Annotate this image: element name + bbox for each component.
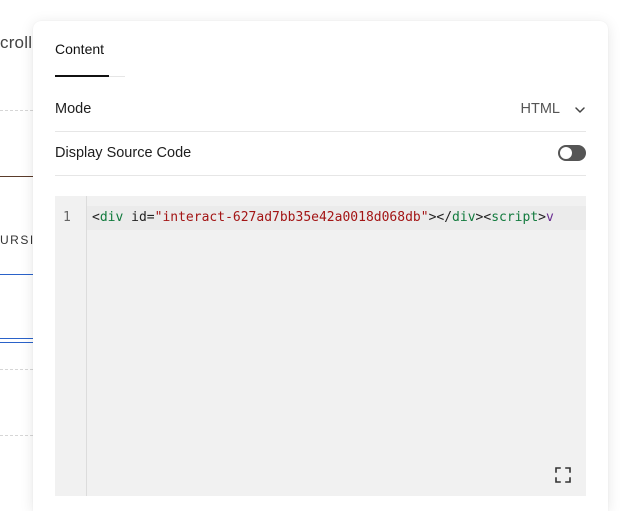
toggle-knob (560, 147, 572, 159)
background-scroll-text: crolli (0, 33, 37, 52)
code-token: </ (436, 210, 453, 225)
background-divider (0, 435, 33, 436)
background-divider (0, 369, 33, 370)
editor-gutter: 1 (55, 196, 87, 496)
tab-divider (109, 76, 125, 77)
display-source-label: Display Source Code (55, 145, 192, 161)
tab-active-indicator (55, 75, 109, 77)
block-settings-panel: Content Mode HTML Display Source Code 1 … (33, 21, 608, 511)
code-token-tag: script (491, 210, 539, 225)
code-token-tag: div (452, 210, 476, 225)
tab-content[interactable]: Content (55, 41, 104, 57)
code-token-string: "interact-627ad7bb35e42a0018d068db" (154, 210, 429, 225)
code-token: > (538, 210, 546, 225)
panel-tabs: Content (55, 21, 586, 77)
code-token: < (92, 210, 100, 225)
chevron-down-icon (574, 103, 586, 115)
code-line[interactable]: <div id="interact-627ad7bb35e42a0018d068… (92, 210, 554, 225)
mode-select[interactable]: HTML (521, 101, 586, 117)
code-editor[interactable]: 1 <div id="interact-627ad7bb35e42a0018d0… (55, 196, 586, 496)
code-token: < (483, 210, 492, 225)
background-divider (0, 110, 33, 111)
display-source-toggle[interactable] (558, 145, 586, 161)
background-divider (0, 176, 33, 177)
fullscreen-icon[interactable] (554, 466, 572, 484)
code-token-tag: div (99, 210, 124, 225)
background-accent-double-line (0, 338, 33, 343)
display-source-row: Display Source Code (55, 131, 586, 176)
mode-label: Mode (55, 101, 92, 117)
line-number: 1 (63, 210, 71, 225)
background-label-text: URSI (0, 233, 35, 247)
background-accent-line (0, 274, 33, 275)
code-token: = (146, 210, 155, 225)
code-token-attribute: id (131, 210, 147, 225)
mode-row: Mode HTML (55, 87, 586, 132)
mode-value: HTML (520, 101, 560, 117)
code-token-keyword: v (545, 210, 554, 225)
